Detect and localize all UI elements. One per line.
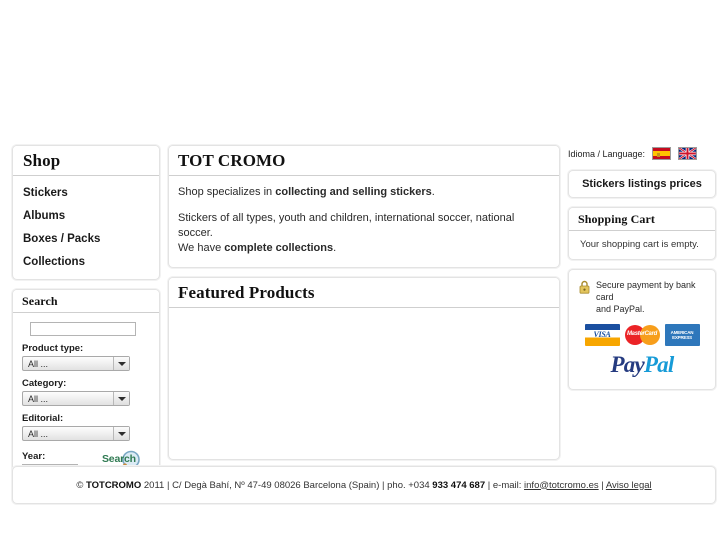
sidebar-item-albums[interactable]: Albums: [13, 204, 159, 227]
featured-products-body: [169, 308, 559, 324]
secure-payment-text: Secure payment by bank card and PayPal.: [596, 279, 707, 315]
intro-line3-strong: complete collections: [224, 242, 334, 254]
chevron-down-icon: [113, 392, 129, 405]
year-label: Year:: [22, 451, 46, 462]
footer-email-prefix: | e-mail:: [485, 479, 525, 491]
union-jack-icon: [679, 148, 697, 159]
category-label: Category:: [22, 378, 67, 389]
shop-nav-list: Stickers Albums Boxes / Packs Collection…: [13, 176, 159, 279]
paypal-part2: Pal: [643, 352, 674, 377]
intro-panel: TOT CROMO Shop specializes in collecting…: [168, 145, 560, 268]
mastercard-icon: MasterCard: [624, 324, 660, 346]
lock-icon: [579, 280, 590, 294]
intro-line1-suffix: .: [431, 186, 435, 198]
mastercard-label: MasterCard: [626, 331, 657, 337]
card-logos: VISA MasterCard AMERICAN EXPRESS: [577, 324, 707, 346]
editorial-select[interactable]: All ...: [22, 426, 130, 441]
shop-panel: Shop Stickers Albums Boxes / Packs Colle…: [12, 145, 160, 280]
copyright-symbol: ©: [76, 479, 86, 491]
intro-line1-strong: collecting and selling stickers: [275, 186, 432, 198]
stickers-listings-prices-label: Stickers listings prices: [582, 178, 702, 190]
category-value: All ...: [28, 394, 49, 404]
sidebar-item-label: Collections: [23, 255, 85, 268]
sidebar-item-boxes-packs[interactable]: Boxes / Packs: [13, 227, 159, 250]
sidebar-item-stickers[interactable]: Stickers: [13, 181, 159, 204]
amex-label: AMERICAN EXPRESS: [665, 330, 700, 340]
footer-separator: |: [598, 479, 606, 491]
visa-label: VISA: [593, 330, 611, 339]
editorial-label: Editorial:: [22, 413, 64, 424]
page-root: Shop Stickers Albums Boxes / Packs Colle…: [0, 0, 727, 545]
language-selector: Idioma / Language:: [568, 145, 716, 162]
footer-phone: 933 474 687: [432, 479, 486, 491]
product-type-label: Product type:: [22, 343, 84, 354]
footer-brand: TOTCROMO: [86, 479, 142, 491]
secure-payment-panel: Secure payment by bank card and PayPal. …: [568, 269, 716, 390]
featured-products-panel: Featured Products: [168, 277, 560, 460]
american-express-icon: AMERICAN EXPRESS: [664, 324, 700, 346]
spanish-flag-icon[interactable]: [652, 147, 672, 160]
intro-line3-prefix: We have: [178, 242, 225, 254]
sidebar-item-label: Boxes / Packs: [23, 232, 101, 245]
footer-panel: © TOTCROMO 2011 | C/ Degà Bahí, Nº 47-49…: [12, 466, 716, 504]
paypal-logo: PayPal: [577, 352, 707, 378]
left-sidebar: Shop Stickers Albums Boxes / Packs Colle…: [12, 145, 160, 490]
page-title: TOT CROMO: [169, 146, 559, 176]
product-type-select[interactable]: All ...: [22, 356, 130, 371]
sidebar-item-label: Stickers: [23, 186, 68, 199]
visa-icon: VISA: [584, 324, 620, 346]
footer-address: 2011 | C/ Degà Bahí, Nº 47-49 08026 Barc…: [141, 479, 433, 491]
intro-body: Shop specializes in collecting and selli…: [169, 176, 559, 267]
intro-line-3: We have complete collections.: [178, 241, 550, 256]
sidebar-item-label: Albums: [23, 209, 66, 222]
search-button-label: Search: [102, 453, 136, 465]
chevron-down-icon: [113, 357, 129, 370]
footer-email-link[interactable]: info@totcromo.es: [524, 480, 599, 491]
english-flag-icon[interactable]: [678, 147, 698, 160]
intro-line1-prefix: Shop specializes in: [178, 186, 276, 198]
intro-line-2: Stickers of all types, youth and childre…: [178, 212, 515, 239]
right-sidebar: Idioma / Language: Stickers listings pri…: [568, 145, 716, 390]
search-panel: Search Product type: All ... Category: A…: [12, 289, 160, 490]
secure-payment-notice: Secure payment by bank card and PayPal.: [577, 279, 707, 315]
category-select[interactable]: All ...: [22, 391, 130, 406]
amex-line2: EXPRESS: [672, 335, 692, 340]
header-banner: [0, 0, 727, 140]
secure-payment-line1: Secure payment by bank card: [596, 280, 696, 302]
language-label: Idioma / Language:: [568, 148, 646, 159]
intro-line3-suffix: .: [333, 242, 337, 254]
footer-text: © TOTCROMO 2011 | C/ Degà Bahí, Nº 47-49…: [76, 480, 651, 491]
search-keyword-input[interactable]: [30, 322, 136, 336]
intro-line-1: Shop specializes in collecting and selli…: [178, 185, 550, 200]
shop-panel-title: Shop: [13, 146, 159, 176]
main-content: TOT CROMO Shop specializes in collecting…: [168, 145, 560, 460]
featured-products-title: Featured Products: [169, 278, 559, 308]
product-type-value: All ...: [28, 359, 49, 369]
shopping-cart-empty-text: Your shopping cart is empty.: [580, 239, 699, 250]
shopping-cart-panel: Shopping Cart Your shopping cart is empt…: [568, 207, 716, 260]
chevron-down-icon: [113, 427, 129, 440]
editorial-value: All ...: [28, 429, 49, 439]
sidebar-item-collections[interactable]: Collections: [13, 250, 159, 273]
search-form: Product type: All ... Category: All ... …: [13, 313, 159, 489]
secure-payment-line2: and PayPal.: [596, 304, 645, 314]
shopping-cart-title: Shopping Cart: [569, 208, 715, 231]
search-panel-title: Search: [13, 290, 159, 313]
footer-legal-link[interactable]: Aviso legal: [606, 480, 652, 491]
stickers-listings-prices-button[interactable]: Stickers listings prices: [568, 170, 716, 198]
paypal-part1: Pay: [610, 352, 645, 377]
